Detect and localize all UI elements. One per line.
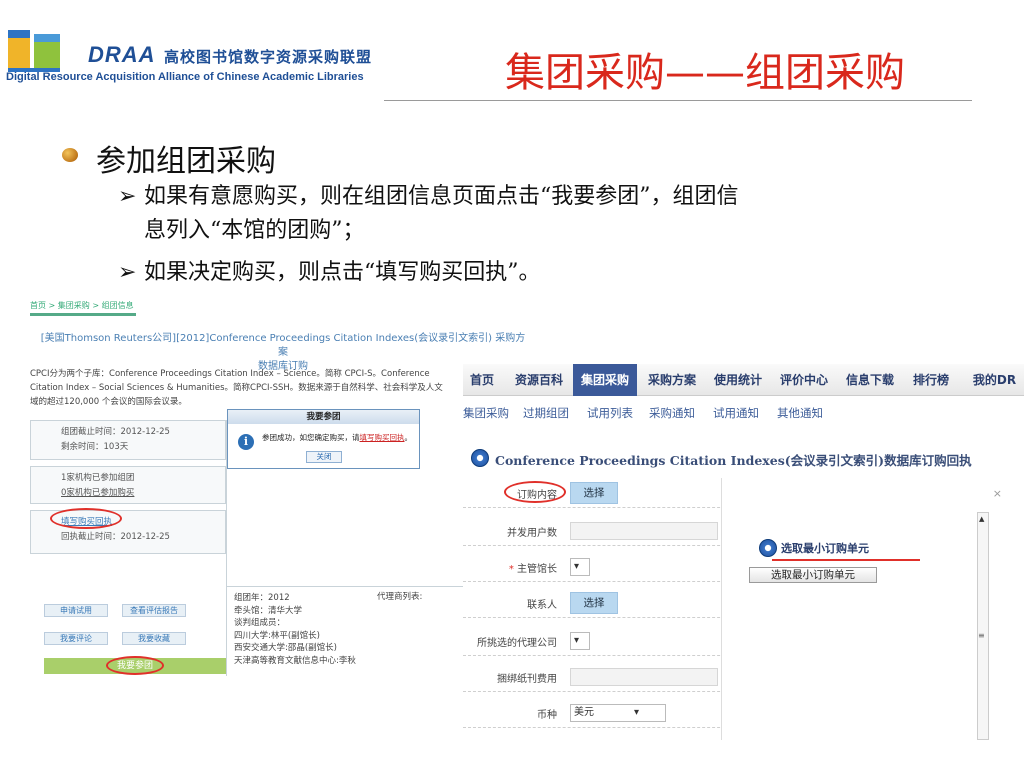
highlight-oval <box>106 656 164 675</box>
sub-bullet-2: ➢ 如果决定购买，则点击“填写购买回执”。 <box>118 256 541 290</box>
title-divider <box>384 100 972 101</box>
nav-ranking[interactable]: 排行榜 <box>905 364 957 396</box>
dialog-receipt-link[interactable]: 填写购买回执 <box>360 433 405 442</box>
dialog-text: 参团成功，如您确定购买，请填写购买回执。 <box>262 433 412 442</box>
subnav-trial-notice[interactable]: 试用通知 <box>713 405 759 421</box>
group-info-screenshot: 首页 > 集团采购 > 组团信息 [美国Thomson Reuters公司][2… <box>30 300 533 676</box>
nav-plans[interactable]: 采购方案 <box>641 364 703 396</box>
info-icon: i <box>238 434 254 450</box>
subnav-other-notice[interactable]: 其他通知 <box>777 405 823 421</box>
arrow-bullet-icon: ➢ <box>118 260 137 285</box>
binding-fee-input[interactable] <box>570 668 718 686</box>
contact-select-button[interactable]: 选择 <box>570 592 618 614</box>
arrow-bullet-icon: ➢ <box>118 184 137 209</box>
popup-header: 选取最小订购单元 <box>757 537 962 559</box>
apply-trial-button[interactable]: 申请试用 <box>44 604 108 617</box>
nav-resources[interactable]: 资源百科 <box>507 364 571 396</box>
required-mark: * <box>508 564 514 575</box>
form-header: Conference Proceedings Citation Indexes(… <box>467 444 1023 474</box>
popup-scrollbar[interactable]: ▲ ≡ <box>977 512 989 740</box>
subnav-trials[interactable]: 试用列表 <box>587 405 633 421</box>
logo-en-text: Digital Resource Acquisition Alliance of… <box>6 71 364 83</box>
order-content-select-button[interactable]: 选择 <box>570 482 618 504</box>
scroll-up-icon[interactable]: ▲ <box>979 515 984 523</box>
min-unit-popup: × 选取最小订购单元 选取最小订购单元 ▲ ≡ <box>721 478 1024 740</box>
page-title: 集团采购——组团采购 <box>505 50 905 96</box>
vendor-list-label: 代理商列表: <box>377 592 423 602</box>
nav-my-draa[interactable]: 我的DR <box>965 364 1024 396</box>
scroll-grip-icon: ≡ <box>978 631 985 640</box>
sub-bullet-1: ➢ 如果有意愿购买，则在组团信息页面点击“我要参团”，组团信 息列入“本馆的团购”… <box>118 180 739 248</box>
select-min-unit-button[interactable]: 选取最小订购单元 <box>749 567 877 583</box>
top-nav: 首页 资源百科 集团采购 采购方案 使用统计 评价中心 信息下载 排行榜 我的D… <box>463 364 1024 396</box>
comment-button[interactable]: 我要评论 <box>44 632 108 645</box>
nav-group-purchase[interactable]: 集团采购 <box>573 364 637 396</box>
subnav-purchase-notice[interactable]: 采购通知 <box>649 405 695 421</box>
bought-link[interactable]: 0家机构已参加购买 <box>61 486 195 501</box>
highlight-oval <box>504 481 566 503</box>
nav-stats[interactable]: 使用统计 <box>707 364 769 396</box>
chevron-down-icon: ▾ <box>633 707 639 718</box>
breadcrumb[interactable]: 首页 > 集团采购 > 组团信息 <box>30 300 134 311</box>
popup-title: 选取最小订购单元 <box>781 542 869 555</box>
view-report-button[interactable]: 查看评估报告 <box>122 604 186 617</box>
currency-dropdown[interactable]: 美元 ▾ <box>570 704 666 722</box>
director-dropdown[interactable]: ▾ <box>570 558 590 576</box>
nav-home[interactable]: 首页 <box>463 364 501 396</box>
logo-text: DRAA <box>88 42 156 67</box>
draa-logo-icon <box>8 30 60 72</box>
join-success-dialog: 我要参团 i 参团成功，如您确定购买，请填写购买回执。 关闭 <box>227 409 420 469</box>
form-title: Conference Proceedings Citation Indexes(… <box>495 453 972 468</box>
highlight-oval <box>50 508 122 529</box>
bullet-icon <box>62 148 78 162</box>
favorite-button[interactable]: 我要收藏 <box>122 632 186 645</box>
deadline-box: 组团截止时间：2012-12-25 剩余时间：103天 <box>30 420 226 460</box>
section-bullet-icon <box>759 539 777 557</box>
popup-title-underline <box>772 559 920 561</box>
dialog-close-button[interactable]: 关闭 <box>306 451 342 463</box>
section-bullet-icon <box>471 449 489 467</box>
group-details: 组团年：2012 牵头馆：清华大学 谈判组成员： 四川大学:林平(副馆长) 西安… <box>234 593 356 666</box>
subnav-expired[interactable]: 过期组团 <box>523 405 569 421</box>
group-description: CPCI分为两个子库：Conference Proceedings Citati… <box>30 369 443 407</box>
nav-downloads[interactable]: 信息下载 <box>839 364 901 396</box>
order-receipt-screenshot: 首页 资源百科 集团采购 采购方案 使用统计 评价中心 信息下载 排行榜 我的D… <box>463 364 1024 740</box>
bullet-main: 参加组团采购 <box>96 144 276 179</box>
subnav-group[interactable]: 集团采购 <box>463 405 509 421</box>
agent-dropdown[interactable]: ▾ <box>570 632 590 650</box>
concurrent-users-input[interactable] <box>570 522 718 540</box>
logo-cn-text: 高校图书馆数字资源采购联盟 <box>164 48 373 66</box>
breadcrumb-underline <box>30 313 136 316</box>
participation-box: 1家机构已参加组团 0家机构已参加购买 <box>30 466 226 504</box>
dialog-title: 我要参团 <box>228 410 419 424</box>
nav-evaluation[interactable]: 评价中心 <box>773 364 835 396</box>
close-icon[interactable]: × <box>993 487 1002 500</box>
